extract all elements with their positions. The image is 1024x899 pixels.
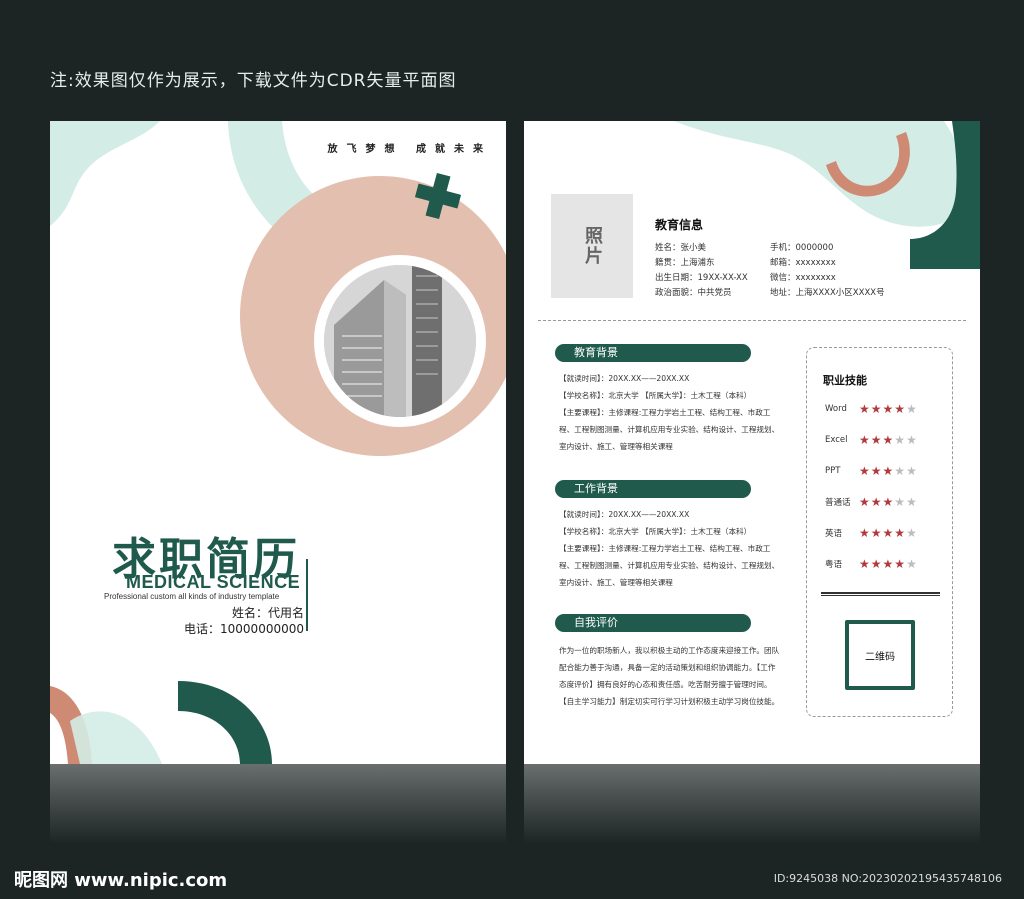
resume-cover-page: 放飞梦想 成就未来 求职简历 MEDICAL SCIENCE Professio… <box>50 121 506 764</box>
skill-name: Excel <box>825 435 848 445</box>
star-filled-icon: ★ <box>870 402 882 416</box>
cover-decorations <box>50 121 506 764</box>
candidate-phone: 电话：10000000000 <box>184 622 304 636</box>
skill-row: Word ★ ★ ★ ★ ★ <box>825 403 950 415</box>
site-watermark-logo: 昵图网 www.nipic.com <box>14 870 228 891</box>
double-divider <box>821 592 940 596</box>
info-row: 姓名：张小美 手机：0000000 <box>655 243 834 253</box>
skill-row: 粤语 ★ ★ ★ ★ ★ <box>825 558 950 570</box>
star-filled-icon: ★ <box>882 402 894 416</box>
skill-row: Excel ★ ★ ★ ★ ★ <box>825 434 950 446</box>
star-empty-icon: ★ <box>906 557 917 571</box>
star-filled-icon: ★ <box>882 557 894 571</box>
star-filled-icon: ★ <box>859 402 870 416</box>
mint-wave-top-shape <box>674 121 968 227</box>
dashed-divider <box>538 320 966 321</box>
section-pill-education: 教育背景 <box>555 344 751 362</box>
info-row: 出生日期：19XX-XX-XX 微信：xxxxxxxx <box>655 273 836 283</box>
skills-title: 职业技能 <box>823 374 867 387</box>
mint-bottom-shape <box>70 711 162 764</box>
star-filled-icon: ★ <box>870 433 882 447</box>
star-filled-icon: ★ <box>859 433 870 447</box>
star-empty-icon: ★ <box>894 495 906 509</box>
work-text: 【就读时间】：20XX.XX——20XX.XX 【学校名称】：北京大学 【所属大… <box>559 510 780 587</box>
star-empty-icon: ★ <box>906 464 917 478</box>
star-filled-icon: ★ <box>882 464 894 478</box>
slogan-text: 放飞梦想 成就未来 <box>327 144 492 155</box>
star-filled-icon: ★ <box>882 526 894 540</box>
star-empty-icon: ★ <box>906 495 917 509</box>
resume-title-en: MEDICAL SCIENCE <box>126 572 301 592</box>
star-filled-icon: ★ <box>894 526 906 540</box>
star-empty-icon: ★ <box>906 526 917 540</box>
section-pill-self-eval: 自我评价 <box>555 614 751 632</box>
star-empty-icon: ★ <box>894 464 906 478</box>
star-filled-icon: ★ <box>894 557 906 571</box>
star-filled-icon: ★ <box>870 495 882 509</box>
star-filled-icon: ★ <box>870 557 882 571</box>
qr-code-placeholder: 二维码 <box>845 620 915 690</box>
building-photo <box>314 255 486 427</box>
skill-name: PPT <box>825 466 841 476</box>
star-filled-icon: ★ <box>894 402 906 416</box>
star-filled-icon: ★ <box>870 526 882 540</box>
star-empty-icon: ★ <box>906 402 917 416</box>
star-filled-icon: ★ <box>859 526 870 540</box>
info-row: 籍贯：上海浦东 邮箱：xxxxxxxx <box>655 258 836 268</box>
personal-info-grid: 姓名：张小美 手机：0000000 籍贯：上海浦东 邮箱：xxxxxxxx 出生… <box>655 241 905 301</box>
page-reflection <box>50 764 506 844</box>
info-row: 政治面貌：中共党员 地址：上海XXXX小区XXXX号 <box>655 288 885 298</box>
star-filled-icon: ★ <box>882 495 894 509</box>
star-filled-icon: ★ <box>882 433 894 447</box>
star-filled-icon: ★ <box>859 464 870 478</box>
top-note: 注:效果图仅作为展示，下载文件为CDR矢量平面图 <box>50 71 457 91</box>
image-id-text: ID:9245038 NO:20230202195435748106 <box>773 872 1002 885</box>
skill-row: 普通话 ★ ★ ★ ★ ★ <box>825 496 950 508</box>
photo-placeholder: 照片 <box>551 194 633 298</box>
skills-panel: 职业技能 Word ★ ★ ★ ★ ★ Excel ★ ★ ★ ★ ★ PPT ★ ★ ★ ★ ★ 普通话 ★ ★ ★ ★ ★… <box>806 347 953 717</box>
skill-name: 粤语 <box>825 560 843 570</box>
page-reflection <box>524 764 980 844</box>
education-text: 【就读时间】：20XX.XX——20XX.XX 【学校名称】：北京大学 【所属大… <box>559 374 780 451</box>
star-filled-icon: ★ <box>870 464 882 478</box>
section-pill-work: 工作背景 <box>555 480 751 498</box>
mint-wave-shape <box>50 121 160 226</box>
star-empty-icon: ★ <box>906 433 917 447</box>
skill-name: Word <box>825 404 847 414</box>
vertical-accent-bar <box>306 559 308 631</box>
skill-name: 普通话 <box>825 498 851 508</box>
resume-detail-page: 照片 教育信息 姓名：张小美 手机：0000000 籍贯：上海浦东 邮箱：xxx… <box>524 121 980 764</box>
star-filled-icon: ★ <box>859 557 870 571</box>
skill-row: PPT ★ ★ ★ ★ ★ <box>825 465 950 477</box>
star-empty-icon: ★ <box>894 433 906 447</box>
star-filled-icon: ★ <box>859 495 870 509</box>
education-info-title: 教育信息 <box>655 218 704 232</box>
skill-name: 英语 <box>825 529 843 539</box>
resume-subtitle-en: Professional custom all kinds of industr… <box>104 592 280 601</box>
skill-row: 英语 ★ ★ ★ ★ ★ <box>825 527 950 539</box>
green-half-ring-shape <box>178 681 272 764</box>
candidate-name: 姓名：代用名 <box>231 606 304 620</box>
self-eval-text: 作为一位的职场新人，我以积极主动的工作态度来迎接工作。团队 配合能力善于沟通，具… <box>559 646 780 706</box>
